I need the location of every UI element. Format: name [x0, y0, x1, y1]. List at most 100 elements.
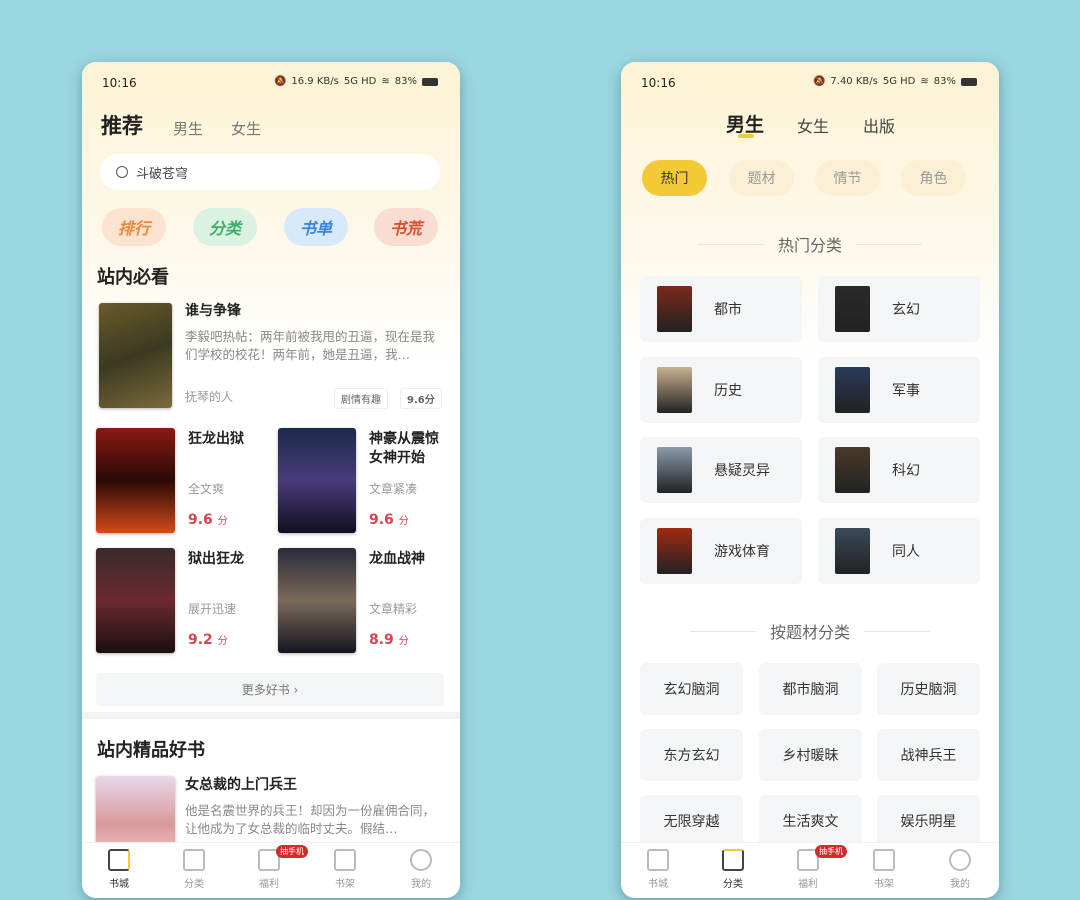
status-bar: 🔕 7.40 KB/s 5G HD ≋ 83%	[813, 76, 977, 87]
book-title: 谁与争锋	[185, 303, 241, 319]
category-label: 科幻	[892, 463, 920, 479]
hot-category-card[interactable]: 游戏体育	[640, 518, 802, 584]
bottom-tab-bar: 书城 分类 抽手机 福利 书架 我的	[82, 842, 460, 898]
section-title: 站内精品好书	[97, 740, 205, 761]
hot-category-card[interactable]: 科幻	[818, 437, 980, 503]
category-label: 军事	[892, 383, 920, 399]
ranking-button[interactable]: 排行	[102, 208, 166, 246]
search-icon	[116, 166, 128, 178]
book-item[interactable]: 狂龙出狱 全文爽 9.6 分	[96, 428, 276, 534]
tab-bookstore[interactable]: 书城	[94, 849, 144, 890]
section-title: 热门分类	[621, 232, 999, 256]
category-cover	[835, 286, 870, 332]
theme-tag[interactable]: 战神兵王	[877, 729, 980, 781]
book-item[interactable]: 女总裁的上门兵王 他是名震世界的兵王！却因为一份雇佣合同，让他成为了女总裁的临时…	[82, 774, 460, 856]
tab-bookshelf[interactable]: 书架	[320, 849, 370, 890]
category-button[interactable]: 分类	[193, 208, 257, 246]
theme-tag[interactable]: 无限穿越	[640, 795, 743, 847]
tab-category[interactable]: 分类	[708, 849, 758, 890]
book-desc: 李毅吧热帖：两年前被我甩的丑逼，现在是我们学校的校花！两年前，她是丑逼，我…	[185, 329, 436, 362]
book-item[interactable]: 神豪从震惊女神开始 文章紧凑 9.6 分	[278, 428, 448, 534]
user-icon	[949, 849, 971, 871]
book-shortage-button[interactable]: 书荒	[374, 208, 438, 246]
book-author: 抚琴的人	[185, 390, 234, 404]
mute-icon: 🔕	[273, 76, 287, 87]
hot-category-card[interactable]: 历史	[640, 357, 802, 423]
grid-icon	[183, 849, 205, 871]
category-cover	[835, 447, 870, 493]
book-title: 狱出狂龙	[188, 551, 244, 567]
tab-male[interactable]: 男生	[726, 110, 764, 137]
hot-category-card[interactable]: 都市	[640, 276, 802, 342]
tab-male[interactable]: 男生	[173, 118, 203, 139]
theme-tag[interactable]: 都市脑洞	[759, 663, 862, 715]
chip-hot[interactable]: 热门	[642, 160, 707, 196]
flag-icon	[108, 849, 130, 871]
category-label: 都市	[714, 302, 742, 318]
book-score: 9.2	[188, 632, 213, 648]
theme-tag[interactable]: 乡村暖昧	[759, 729, 862, 781]
status-time: 10:16	[641, 76, 676, 90]
battery-icon	[961, 77, 977, 86]
category-screen: 10:16 🔕 7.40 KB/s 5G HD ≋ 83% 男生 女生 出版 热门 题材…	[621, 62, 999, 898]
hot-category-card[interactable]: 军事	[818, 357, 980, 423]
book-score: 8.9	[369, 632, 394, 648]
category-label: 历史	[714, 383, 742, 399]
book-score: 9.6	[369, 512, 394, 528]
tab-bookshelf[interactable]: 书架	[859, 849, 909, 890]
hot-category-card[interactable]: 悬疑灵异	[640, 437, 802, 503]
book-item[interactable]: 龙血战神 文章精彩 8.9 分	[278, 548, 448, 654]
category-label: 游戏体育	[714, 544, 770, 560]
hot-category-card[interactable]: 同人	[818, 518, 980, 584]
booklist-button[interactable]: 书单	[284, 208, 348, 246]
tab-welfare[interactable]: 抽手机 福利	[244, 845, 308, 890]
book-score: 9.6分	[400, 388, 442, 409]
tab-category[interactable]: 分类	[169, 849, 219, 890]
theme-tag[interactable]: 娱乐明星	[877, 795, 980, 847]
tab-female[interactable]: 女生	[231, 118, 261, 139]
bookstore-screen: 10:16 🔕 16.9 KB/s 5G HD ≋ 83% 推荐 男生 女生 斗破苍穹 …	[82, 62, 460, 898]
tab-bookstore[interactable]: 书城	[633, 849, 683, 890]
book-cover	[96, 548, 175, 653]
theme-tag[interactable]: 生活爽文	[759, 795, 862, 847]
wifi-icon: ≋	[381, 76, 390, 87]
tab-welfare[interactable]: 抽手机 福利	[783, 845, 847, 890]
more-books-button[interactable]: 更多好书 ›	[96, 673, 444, 706]
tab-female[interactable]: 女生	[797, 113, 829, 137]
tab-profile[interactable]: 我的	[935, 849, 985, 890]
book-tag: 文章紧凑	[369, 482, 418, 496]
theme-tag[interactable]: 历史脑洞	[877, 663, 980, 715]
book-cover	[99, 303, 172, 408]
book-desc: 他是名震世界的兵王！却因为一份雇佣合同，让他成为了女总裁的临时丈夫。假结…	[185, 803, 436, 836]
book-title: 女总裁的上门兵王	[185, 777, 297, 793]
hot-category-card[interactable]: 玄幻	[818, 276, 980, 342]
bottom-tab-bar: 书城 分类 抽手机 福利 书架 我的	[621, 842, 999, 898]
book-cover	[96, 428, 175, 533]
tab-publish[interactable]: 出版	[863, 113, 895, 137]
chip-theme[interactable]: 题材	[729, 160, 794, 196]
section-title: 站内必看	[97, 267, 169, 288]
category-cover	[657, 528, 692, 574]
search-input[interactable]: 斗破苍穹	[100, 154, 440, 190]
active-tab-indicator	[738, 134, 754, 138]
category-label: 同人	[892, 544, 920, 560]
tab-recommend[interactable]: 推荐	[101, 110, 143, 140]
category-cover	[657, 286, 692, 332]
book-item[interactable]: 狱出狂龙 展开迅速 9.2 分	[96, 548, 276, 654]
theme-tag[interactable]: 玄幻脑洞	[640, 663, 743, 715]
book-tag: 全文爽	[188, 482, 225, 496]
book-cover	[278, 428, 356, 533]
section-title: 按题材分类	[621, 619, 999, 643]
book-cover	[278, 548, 356, 653]
book-icon	[334, 849, 356, 871]
theme-tag[interactable]: 东方玄幻	[640, 729, 743, 781]
badge: 抽手机	[815, 845, 847, 858]
book-tag: 展开迅速	[188, 602, 237, 616]
chip-role[interactable]: 角色	[901, 160, 966, 196]
category-label: 悬疑灵异	[714, 463, 770, 479]
featured-book[interactable]: 谁与争锋 李毅吧热帖：两年前被我甩的丑逼，现在是我们学校的校花！两年前，她是丑逼…	[82, 300, 460, 412]
category-cover	[835, 367, 870, 413]
book-title: 狂龙出狱	[188, 431, 244, 447]
chip-plot[interactable]: 情节	[815, 160, 880, 196]
tab-profile[interactable]: 我的	[396, 849, 446, 890]
